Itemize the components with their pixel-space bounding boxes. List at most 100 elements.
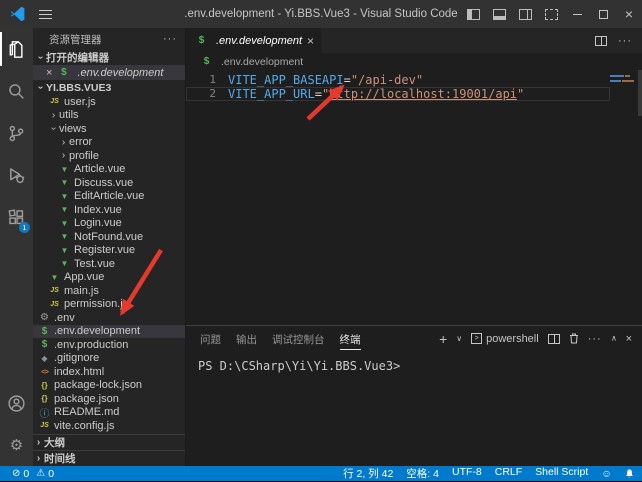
menu-button[interactable] xyxy=(39,10,52,19)
maximize-panel-icon[interactable]: ∨ xyxy=(611,334,617,343)
search-icon[interactable] xyxy=(0,70,33,112)
url-link[interactable]: http://localhost:19001/api xyxy=(329,87,517,101)
timeline-section[interactable]: › 时间线 xyxy=(33,450,185,466)
tree-item[interactable]: vite.config.js xyxy=(33,419,185,433)
tree-item[interactable]: Article.vue xyxy=(33,163,185,177)
source-control-icon[interactable] xyxy=(0,112,33,154)
toggle-secondary-sidebar-icon[interactable] xyxy=(512,0,538,28)
account-icon[interactable] xyxy=(0,382,33,424)
js-file-icon xyxy=(48,98,61,105)
notifications-bell-icon[interactable] xyxy=(625,469,634,479)
tree-item[interactable]: user.js xyxy=(33,95,185,109)
tree-item[interactable]: Test.vue xyxy=(33,257,185,271)
js-file-icon xyxy=(48,287,61,294)
terminal-output[interactable]: PS D:\CSharp\Yi\Yi.BBS.Vue3> xyxy=(186,351,642,466)
status-item[interactable]: 空格: 4 xyxy=(406,466,439,481)
outline-section[interactable]: › 大纲 xyxy=(33,434,185,450)
tree-item[interactable]: permission.js xyxy=(33,298,185,312)
feedback-icon[interactable]: ☺ xyxy=(601,468,612,480)
editor-tab-bar: .env.development × ··· xyxy=(186,28,642,53)
tab-close-icon[interactable]: × xyxy=(307,34,314,48)
toggle-sidebar-icon[interactable] xyxy=(460,0,486,28)
tree-item[interactable]: .env xyxy=(33,311,185,325)
split-editor-icon[interactable] xyxy=(595,36,607,46)
close-button[interactable]: × xyxy=(616,0,642,28)
status-item[interactable]: Shell Script xyxy=(535,466,588,481)
open-editors-label: 打开的编辑器 xyxy=(46,50,109,65)
status-item[interactable]: CRLF xyxy=(495,466,522,481)
tree-item-label: Test.vue xyxy=(74,258,115,270)
js-file-icon xyxy=(38,422,51,429)
tree-item[interactable]: README.md xyxy=(33,406,185,420)
tree-item[interactable]: NotFound.vue xyxy=(33,230,185,244)
minimize-button[interactable] xyxy=(564,0,590,28)
tree-item[interactable]: index.html xyxy=(33,365,185,379)
title-bar: .env.development - Yi.BBS.Vue3 - Visual … xyxy=(0,0,642,28)
settings-gear-icon[interactable]: ⚙ xyxy=(0,424,33,466)
status-right: 行 2, 列 42 空格: 4 UTF-8 CRLF Shell Script ☺ xyxy=(343,466,634,481)
tree-item[interactable]: .env.production xyxy=(33,338,185,352)
error-count: 0 xyxy=(23,468,29,480)
js-file-icon xyxy=(48,301,61,308)
customize-layout-icon[interactable] xyxy=(538,0,564,28)
run-debug-icon[interactable] xyxy=(0,154,33,196)
project-section-header[interactable]: › YI.BBS.VUE3 xyxy=(33,80,185,95)
split-terminal-icon[interactable] xyxy=(548,334,560,344)
tree-item-label: profile xyxy=(69,150,99,162)
code-editor[interactable]: 1VITE_APP_BASEAPI="/api-dev"2VITE_APP_UR… xyxy=(186,70,642,325)
terminal-shell-item[interactable]: > powershell xyxy=(471,333,539,345)
tree-item[interactable]: Login.vue xyxy=(33,217,185,231)
panel-tab[interactable]: 调试控制台 xyxy=(272,329,325,349)
vue-file-icon xyxy=(58,259,71,268)
tree-item-label: package.json xyxy=(54,393,119,405)
tree-item[interactable]: Index.vue xyxy=(33,203,185,217)
tree-item-label: error xyxy=(69,136,92,148)
kill-terminal-icon[interactable] xyxy=(569,333,579,344)
code-line[interactable]: 1VITE_APP_BASEAPI="/api-dev" xyxy=(186,73,610,87)
env-key: VITE_APP_BASEAPI xyxy=(228,73,344,87)
tab-env-development[interactable]: .env.development × xyxy=(186,28,321,53)
panel-tab[interactable]: 终端 xyxy=(340,329,361,350)
minimap[interactable] xyxy=(608,72,638,132)
tree-item[interactable]: package-lock.json xyxy=(33,379,185,393)
open-editors-section[interactable]: › 打开的编辑器 xyxy=(33,50,185,65)
tree-item[interactable]: › error xyxy=(33,136,185,150)
explorer-icon[interactable] xyxy=(0,28,33,70)
panel-more-icon[interactable]: ··· xyxy=(588,333,602,345)
tree-item-label: App.vue xyxy=(64,271,104,283)
vue-file-icon xyxy=(58,219,71,228)
close-panel-icon[interactable]: × xyxy=(626,333,632,345)
env-value: "/api-dev" xyxy=(351,73,423,87)
editor-scrollbar[interactable] xyxy=(638,70,642,116)
tree-item[interactable]: › views xyxy=(33,122,185,136)
terminal-dropdown-icon[interactable]: ∨ xyxy=(456,334,462,343)
tree-item[interactable]: package.json xyxy=(33,392,185,406)
toggle-panel-icon[interactable] xyxy=(486,0,512,28)
tree-item[interactable]: EditArticle.vue xyxy=(33,190,185,204)
tree-item[interactable]: .gitignore xyxy=(33,352,185,366)
tree-item[interactable]: main.js xyxy=(33,284,185,298)
tree-item[interactable]: Discuss.vue xyxy=(33,176,185,190)
chevron-right-icon: › xyxy=(33,437,44,448)
code-line[interactable]: 2VITE_APP_URL="http://localhost:19001/ap… xyxy=(186,87,610,101)
tree-item[interactable]: › utils xyxy=(33,109,185,123)
panel-tab[interactable]: 问题 xyxy=(200,329,221,349)
open-editor-item[interactable]: × .env.development xyxy=(33,65,185,80)
tree-item[interactable]: App.vue xyxy=(33,271,185,285)
panel-tab[interactable]: 输出 xyxy=(236,329,257,349)
sidebar-more-actions-icon[interactable]: ··· xyxy=(163,33,177,45)
status-item[interactable]: 行 2, 列 42 xyxy=(343,466,393,481)
maximize-button[interactable] xyxy=(590,0,616,28)
tree-item[interactable]: Register.vue xyxy=(33,244,185,258)
more-actions-icon[interactable]: ··· xyxy=(618,35,632,47)
breadcrumb[interactable]: .env.development xyxy=(186,53,642,70)
window-controls: × xyxy=(460,0,642,28)
extensions-icon[interactable]: 1 xyxy=(0,196,33,238)
status-item[interactable]: UTF-8 xyxy=(452,466,482,481)
tree-item-label: views xyxy=(59,123,87,135)
new-terminal-icon[interactable]: + xyxy=(439,332,447,346)
tree-item[interactable]: › profile xyxy=(33,149,185,163)
tree-item[interactable]: .env.development xyxy=(33,325,185,339)
problems-status[interactable]: ⊘ 0 ⚠ 0 xyxy=(8,468,54,480)
close-editor-icon[interactable]: × xyxy=(46,67,52,79)
